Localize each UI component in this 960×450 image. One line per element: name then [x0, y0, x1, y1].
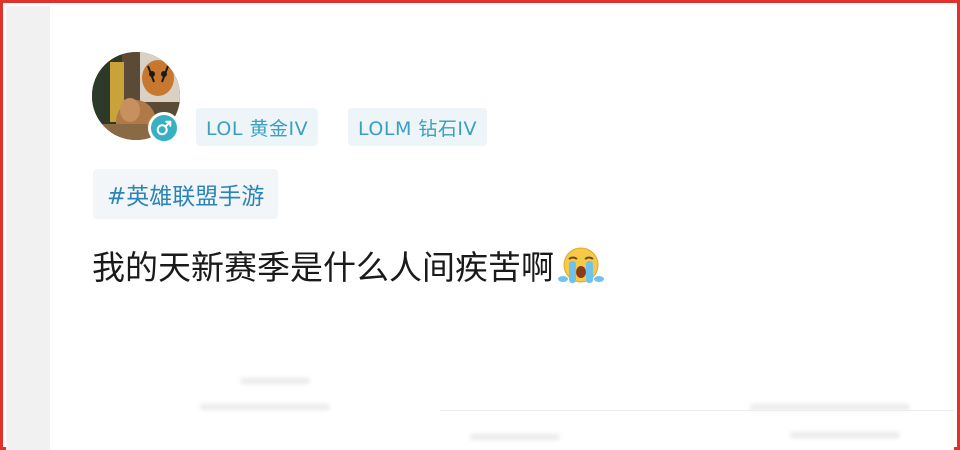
- post-card: LOL 黄金IV LOLM 钻石IV #英雄联盟手游 我的天新赛季是什么人间疾苦…: [50, 6, 954, 450]
- topic-hashtag[interactable]: #英雄联盟手游: [93, 169, 279, 219]
- post-content: 我的天新赛季是什么人间疾苦啊: [92, 241, 604, 289]
- game-tag-lolm[interactable]: LOLM 钻石IV: [348, 108, 487, 146]
- crying-face-emoji: [558, 245, 604, 285]
- game-tag-lol[interactable]: LOL 黄金IV: [196, 108, 319, 146]
- screenshot-frame: LOL 黄金IV LOLM 钻石IV #英雄联盟手游 我的天新赛季是什么人间疾苦…: [0, 0, 960, 450]
- blurred-remnant: [200, 404, 330, 410]
- post-text: 我的天新赛季是什么人间疾苦啊: [92, 248, 554, 287]
- blurred-remnant: [790, 432, 900, 438]
- divider: [440, 410, 954, 411]
- blurred-remnant: [240, 378, 310, 384]
- left-margin: [6, 6, 50, 450]
- blurred-remnant: [470, 434, 560, 440]
- male-icon: [148, 112, 180, 144]
